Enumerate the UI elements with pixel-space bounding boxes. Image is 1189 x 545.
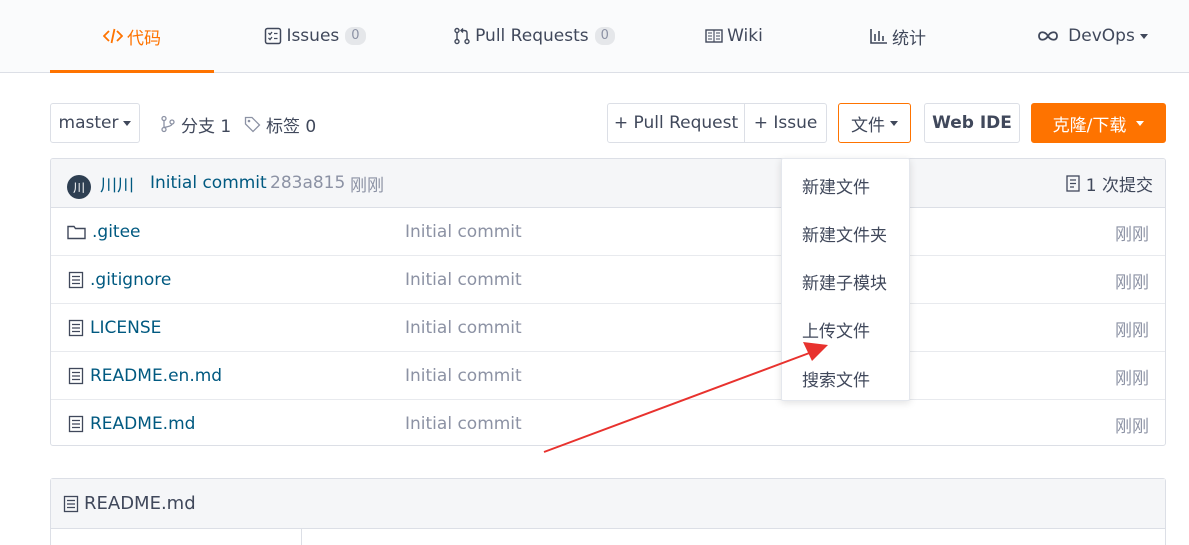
branches-label: 分支 1 xyxy=(181,116,232,137)
table-row[interactable]: .gitee Initial commit 刚刚 xyxy=(51,208,1165,256)
file-name-link[interactable]: .gitee xyxy=(67,208,141,256)
menu-item-upload-file[interactable]: 上传文件 xyxy=(802,305,870,353)
file-time: 刚刚 xyxy=(1115,224,1149,245)
issues-icon xyxy=(265,27,282,45)
commit-hash[interactable]: 283a815 xyxy=(270,173,345,193)
tab-issues[interactable]: Issues 0 xyxy=(258,0,372,72)
file-name: README.md xyxy=(90,414,196,434)
chevron-down-icon xyxy=(123,120,132,126)
folder-icon xyxy=(67,225,86,240)
menu-item-new-folder[interactable]: 新建文件夹 xyxy=(802,209,887,257)
file-name: .gitee xyxy=(92,222,141,242)
files-menu-button[interactable]: 文件 xyxy=(838,103,911,143)
menu-item-new-file[interactable]: 新建文件 xyxy=(802,161,870,209)
file-name: README.en.md xyxy=(90,366,223,386)
clone-download-button[interactable]: 克隆/下载 xyxy=(1031,103,1166,143)
file-commit-message[interactable]: Initial commit xyxy=(405,352,522,400)
new-issue-label: + Issue xyxy=(753,113,818,133)
file-time: 刚刚 xyxy=(1115,416,1149,437)
table-row[interactable]: README.en.md Initial commit 刚刚 xyxy=(51,352,1165,400)
file-name-link[interactable]: .gitignore xyxy=(67,256,171,304)
file-icon xyxy=(68,319,84,337)
file-name-link[interactable]: README.en.md xyxy=(67,352,222,400)
tags-label: 标签 0 xyxy=(266,116,317,137)
latest-commit-bar: 川 川川 Initial commit 283a815 刚刚 1 次提交 xyxy=(51,159,1165,208)
table-row[interactable]: LICENSE Initial commit 刚刚 xyxy=(51,304,1165,352)
branch-select-label: master xyxy=(58,113,119,133)
file-name-link[interactable]: README.md xyxy=(67,400,196,445)
menu-item-search-file[interactable]: 搜索文件 xyxy=(802,354,870,402)
tab-pull-requests[interactable]: Pull Requests 0 xyxy=(450,0,618,72)
commit-time: 刚刚 xyxy=(350,175,384,196)
avatar-text: 川 xyxy=(72,180,85,195)
web-ide-label: Web IDE xyxy=(932,113,1012,133)
commit-history-icon xyxy=(1066,174,1080,192)
commit-count-label: 1 次提交 xyxy=(1085,175,1153,196)
tab-code[interactable]: 代码 xyxy=(50,0,214,73)
repo-nav: 代码 Issues 0 Pull Requests 0 Wiki 统计 DevO… xyxy=(0,0,1189,73)
tab-devops[interactable]: DevOps xyxy=(1034,0,1150,72)
infinity-icon xyxy=(1038,31,1059,41)
code-icon xyxy=(103,28,123,44)
tab-stats-label: 统计 xyxy=(892,28,926,49)
chevron-down-icon xyxy=(1139,33,1148,39)
file-time: 刚刚 xyxy=(1115,320,1149,341)
tab-devops-label: DevOps xyxy=(1068,26,1135,46)
files-menu-label: 文件 xyxy=(851,115,885,136)
file-icon xyxy=(68,415,84,433)
chevron-down-icon xyxy=(890,120,898,126)
branches-link[interactable]: 分支 1 xyxy=(160,111,231,137)
commit-count-link[interactable]: 1 次提交 xyxy=(1066,171,1153,196)
new-pull-request-label: + Pull Request xyxy=(613,113,739,133)
table-row[interactable]: .gitignore Initial commit 刚刚 xyxy=(51,256,1165,304)
wiki-icon xyxy=(705,29,723,43)
new-pull-request-button[interactable]: + Pull Request xyxy=(607,103,745,143)
file-commit-message[interactable]: Initial commit xyxy=(405,304,522,352)
readme-header: README.md xyxy=(51,479,1165,529)
tab-pull-requests-label: Pull Requests xyxy=(475,26,589,46)
readme-toc-divider xyxy=(301,529,302,545)
readme-panel: README.md xyxy=(50,478,1166,545)
tags-link[interactable]: 标签 0 xyxy=(244,111,316,137)
chevron-down-icon xyxy=(1136,120,1145,126)
menu-item-new-submodule[interactable]: 新建子模块 xyxy=(802,257,887,305)
branch-icon xyxy=(161,115,175,133)
files-dropdown-menu: 新建文件 新建文件夹 新建子模块 上传文件 搜索文件 xyxy=(781,158,910,401)
file-name: LICENSE xyxy=(90,318,162,338)
avatar[interactable]: 川 xyxy=(67,175,91,199)
file-icon xyxy=(68,271,84,289)
file-commit-message[interactable]: Initial commit xyxy=(405,208,522,256)
commit-author[interactable]: 川川 xyxy=(100,171,134,196)
table-row[interactable]: README.md Initial commit 刚刚 xyxy=(51,400,1165,445)
pull-request-icon xyxy=(454,27,470,45)
commit-message[interactable]: Initial commit xyxy=(150,173,267,193)
tab-code-label: 代码 xyxy=(127,28,161,49)
tag-icon xyxy=(244,116,261,132)
readme-title: README.md xyxy=(84,493,196,514)
file-list: 川 川川 Initial commit 283a815 刚刚 1 次提交 .gi… xyxy=(50,158,1166,446)
file-icon xyxy=(63,495,79,512)
branch-select[interactable]: master xyxy=(50,103,140,143)
new-issue-button[interactable]: + Issue xyxy=(744,103,827,143)
file-commit-message[interactable]: Initial commit xyxy=(405,400,522,445)
clone-download-label: 克隆/下载 xyxy=(1052,115,1127,136)
file-time: 刚刚 xyxy=(1115,368,1149,389)
pull-requests-count-badge: 0 xyxy=(594,27,615,45)
file-commit-message[interactable]: Initial commit xyxy=(405,256,522,304)
issues-count-badge: 0 xyxy=(345,27,366,45)
file-icon xyxy=(68,367,84,385)
file-name: .gitignore xyxy=(90,270,172,290)
file-name-link[interactable]: LICENSE xyxy=(67,304,161,352)
tab-wiki[interactable]: Wiki xyxy=(698,0,770,72)
tab-stats[interactable]: 统计 xyxy=(862,0,934,72)
file-time: 刚刚 xyxy=(1115,272,1149,293)
tab-issues-label: Issues xyxy=(286,26,340,46)
stats-icon xyxy=(870,29,887,44)
tab-wiki-label: Wiki xyxy=(727,26,763,46)
web-ide-button[interactable]: Web IDE xyxy=(924,103,1020,143)
